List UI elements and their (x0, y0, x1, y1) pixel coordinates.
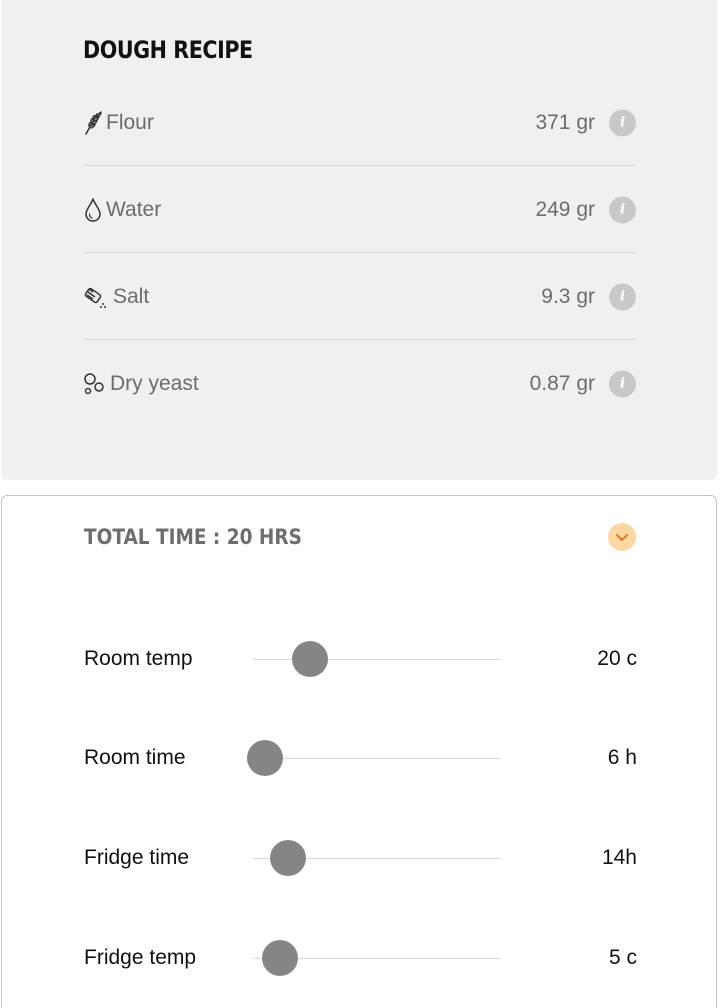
room-temp-slider[interactable] (253, 641, 501, 677)
ingredient-row-dry-yeast: Dry yeast 0.87 gr i (83, 340, 636, 427)
slider-thumb[interactable] (292, 641, 329, 677)
total-time-panel: TOTAL TIME : 20 HRS Room temp 20 c Room … (1, 495, 717, 1008)
dough-recipe-panel: DOUGH RECIPE Flour 371 gr i Water 249 gr… (1, 0, 717, 480)
room-time-slider[interactable] (247, 740, 501, 776)
page: DOUGH RECIPE Flour 371 gr i Water 249 gr… (0, 0, 723, 1008)
info-button[interactable]: i (609, 370, 636, 397)
recipe-title: DOUGH RECIPE (83, 36, 253, 64)
ingredient-name: Salt (113, 284, 150, 308)
ingredient-name: Water (106, 197, 162, 221)
salt-shaker-icon (83, 285, 107, 309)
setting-row-fridge-temp: Fridge temp 5 c (84, 938, 637, 978)
info-icon: i (619, 375, 626, 391)
slider-thumb[interactable] (269, 840, 306, 876)
setting-row-fridge-time: Fridge time 14h (84, 838, 637, 878)
setting-value: 20 c (597, 647, 637, 670)
expand-toggle-button[interactable] (608, 523, 636, 551)
fridge-temp-slider[interactable] (253, 940, 501, 976)
slider-thumb[interactable] (247, 740, 284, 776)
info-icon: i (619, 288, 626, 304)
setting-value: 5 c (608, 946, 637, 969)
setting-label: Fridge temp (84, 946, 197, 969)
setting-label: Room temp (84, 647, 193, 670)
info-button[interactable]: i (609, 283, 636, 310)
ingredient-amount: 9.3 gr (541, 284, 595, 308)
ingredient-name: Flour (106, 110, 154, 134)
info-button[interactable]: i (609, 196, 636, 223)
ingredient-amount: 371 gr (535, 110, 595, 134)
ingredient-amount: 249 gr (535, 197, 595, 221)
setting-label: Fridge time (84, 846, 190, 869)
ingredient-row-flour: Flour 371 gr i (83, 79, 636, 166)
slider-thumb[interactable] (262, 940, 299, 976)
setting-value: 6 h (607, 746, 637, 769)
ingredient-name: Dry yeast (110, 371, 199, 395)
ingredient-amount: 0.87 gr (529, 371, 595, 395)
setting-row-room-temp: Room temp 20 c (84, 639, 637, 679)
info-icon: i (619, 114, 626, 130)
setting-value: 14h (601, 846, 637, 869)
setting-row-room-time: Room time 6 h (84, 738, 637, 778)
info-icon: i (619, 201, 626, 217)
yeast-bubbles-icon (83, 372, 105, 396)
ingredient-row-salt: Salt 9.3 gr i (83, 253, 636, 340)
ingredient-row-water: Water 249 gr i (83, 166, 636, 253)
chevron-down-icon (615, 533, 629, 542)
fridge-time-slider[interactable] (253, 840, 501, 876)
info-button[interactable]: i (609, 109, 636, 136)
setting-label: Room time (84, 746, 186, 769)
total-time-heading: TOTAL TIME : 20 HRS (84, 525, 302, 549)
water-drop-icon (83, 197, 103, 222)
wheat-icon (83, 110, 103, 135)
